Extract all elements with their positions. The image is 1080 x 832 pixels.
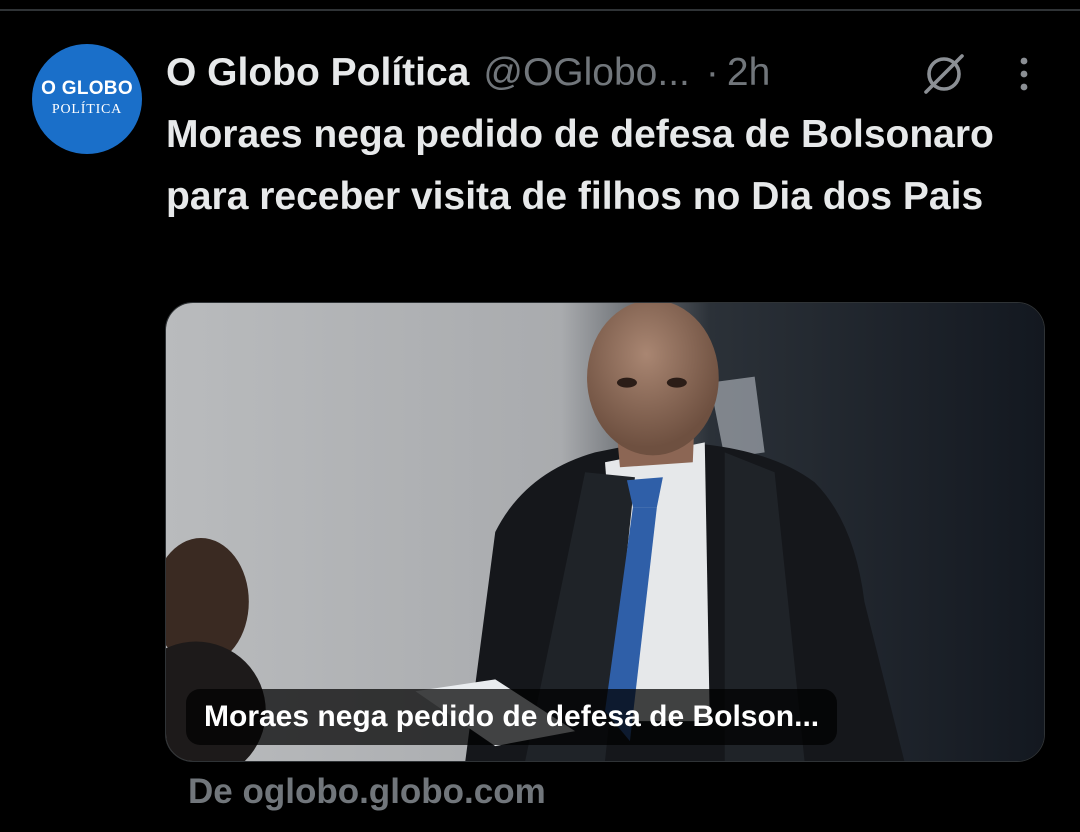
separator-dot: ·: [705, 51, 719, 94]
tweet-header: O Globo Política @OGlobo... · 2h: [166, 50, 770, 96]
more-vertical-icon: [1020, 57, 1028, 91]
avatar[interactable]: O GLOBO POLÍTICA: [32, 44, 142, 154]
card-caption: Moraes nega pedido de defesa de Bolson..…: [186, 689, 838, 745]
user-handle[interactable]: @OGlobo...: [483, 51, 690, 95]
grok-button[interactable]: [918, 48, 970, 100]
more-options-button[interactable]: [1004, 50, 1044, 98]
card-source[interactable]: De oglobo.globo.com: [188, 772, 546, 812]
tweet-text: Moraes nega pedido de defesa de Bolsonar…: [166, 113, 994, 218]
timestamp[interactable]: 2h: [727, 51, 770, 95]
display-name[interactable]: O Globo Política: [166, 51, 469, 95]
grok-icon: [924, 54, 964, 94]
avatar-logo-line1: O GLOBO: [41, 78, 133, 99]
top-divider: [0, 9, 1080, 11]
avatar-logo-line2: POLÍTICA: [51, 102, 123, 117]
link-card[interactable]: Moraes nega pedido de defesa de Bolson..…: [165, 302, 1045, 762]
